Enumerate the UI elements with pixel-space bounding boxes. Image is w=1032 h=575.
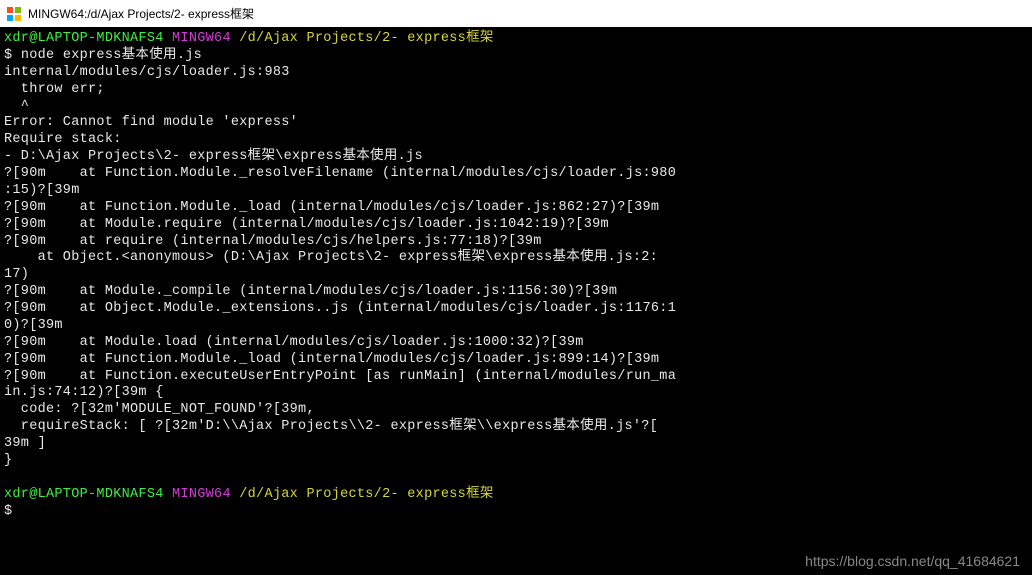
output-line: ?[90m at Module.require (internal/module… [4, 217, 1028, 234]
path: /d/Ajax Projects/2- express框架 [239, 31, 493, 46]
output-line: 39m ] [4, 436, 1028, 453]
terminal[interactable]: xdr@LAPTOP-MDKNAFS4 MINGW64 /d/Ajax Proj… [0, 27, 1032, 524]
output-line: code: ?[32m'MODULE_NOT_FOUND'?[39m, [4, 402, 1028, 419]
dollar: $ [4, 504, 12, 519]
command: node express基本使用.js [21, 48, 202, 63]
output-line: ?[90m at Function.executeUserEntryPoint … [4, 369, 1028, 386]
output-line: ?[90m at Function.Module._resolveFilenam… [4, 166, 1028, 183]
prompt-line: xdr@LAPTOP-MDKNAFS4 MINGW64 /d/Ajax Proj… [4, 487, 1028, 504]
watermark: https://blog.csdn.net/qq_41684621 [805, 553, 1020, 569]
blank-line [4, 470, 1028, 487]
prompt-line: xdr@LAPTOP-MDKNAFS4 MINGW64 /d/Ajax Proj… [4, 31, 1028, 48]
prompt-input[interactable]: $ [4, 504, 1028, 521]
output-line: } [4, 453, 1028, 470]
output-line: 17) [4, 267, 1028, 284]
command-line: $ node express基本使用.js [4, 48, 1028, 65]
user-host: xdr@LAPTOP-MDKNAFS4 [4, 487, 164, 502]
user-host: xdr@LAPTOP-MDKNAFS4 [4, 31, 164, 46]
output-line: internal/modules/cjs/loader.js:983 [4, 65, 1028, 82]
output-line: - D:\Ajax Projects\2- express框架\express基… [4, 149, 1028, 166]
env: MINGW64 [172, 487, 231, 502]
path: /d/Ajax Projects/2- express框架 [239, 487, 493, 502]
output-line: 0)?[39m [4, 318, 1028, 335]
output-line: ?[90m at Module._compile (internal/modul… [4, 284, 1028, 301]
output-line: ?[90m at Module.load (internal/modules/c… [4, 335, 1028, 352]
output-line: Require stack: [4, 132, 1028, 149]
titlebar: MINGW64:/d/Ajax Projects/2- express框架 [0, 0, 1032, 27]
output-line: :15)?[39m [4, 183, 1028, 200]
output-line: ?[90m at require (internal/modules/cjs/h… [4, 234, 1028, 251]
output-line: at Object.<anonymous> (D:\Ajax Projects\… [4, 250, 1028, 267]
output-line: ^ [4, 99, 1028, 116]
titlebar-text: MINGW64:/d/Ajax Projects/2- express框架 [28, 5, 254, 22]
output-line: ?[90m at Function.Module._load (internal… [4, 200, 1028, 217]
output-line: Error: Cannot find module 'express' [4, 115, 1028, 132]
output-line: ?[90m at Object.Module._extensions..js (… [4, 301, 1028, 318]
output-line: throw err; [4, 82, 1028, 99]
env: MINGW64 [172, 31, 231, 46]
dollar: $ [4, 48, 12, 63]
output-line: ?[90m at Function.Module._load (internal… [4, 352, 1028, 369]
output-line: requireStack: [ ?[32m'D:\\Ajax Projects\… [4, 419, 1028, 436]
mingw-icon [6, 6, 22, 22]
output-line: in.js:74:12)?[39m { [4, 385, 1028, 402]
